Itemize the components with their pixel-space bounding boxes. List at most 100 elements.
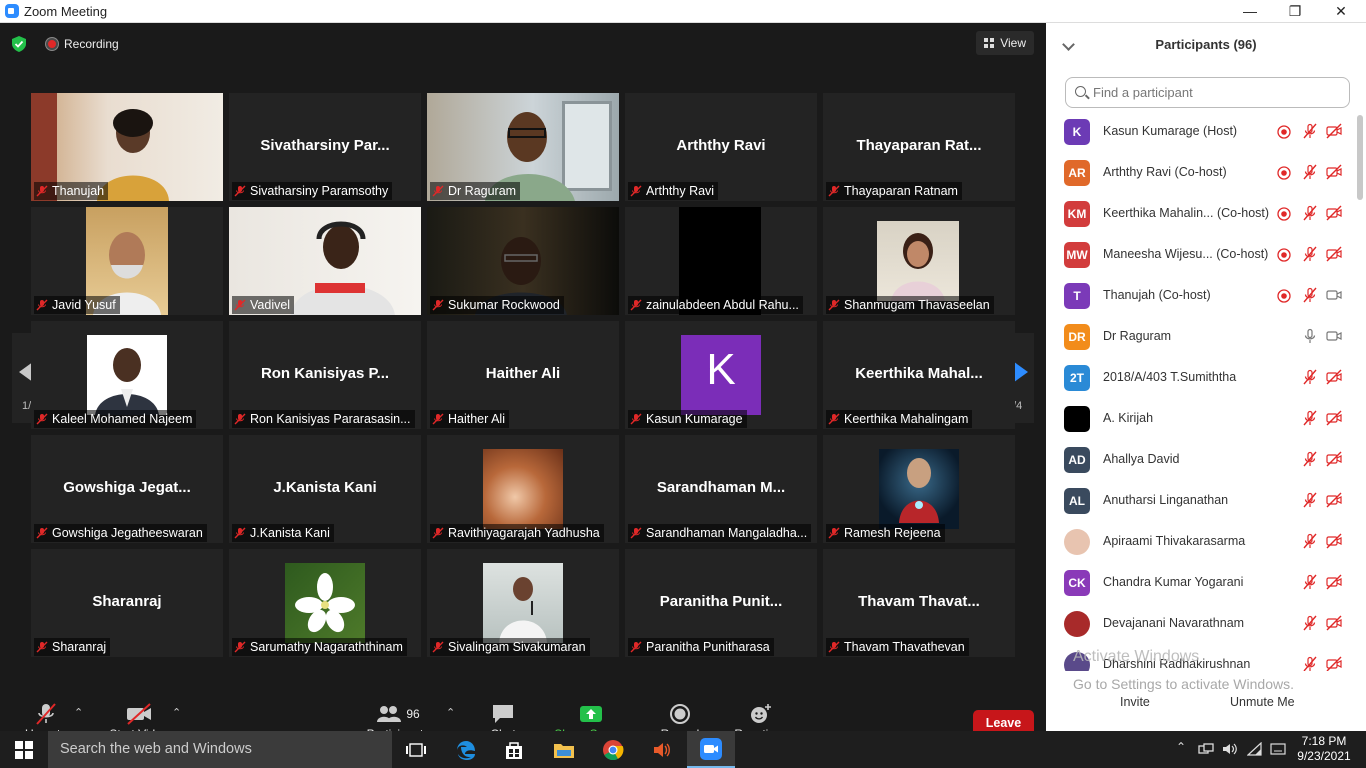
participant-video-tile[interactable]: Dr Raguram — [427, 93, 619, 201]
participant-video-tile[interactable]: Sharanraj Sharanraj — [31, 549, 223, 657]
participant-video-tile[interactable]: Thavam Thavat... Thavam Thavathevan — [823, 549, 1015, 657]
participant-video-tile[interactable]: Ron Kanisiyas P... Ron Kanisiyas Pararasa… — [229, 321, 421, 429]
video-options-caret-icon[interactable]: ⌃ — [172, 706, 181, 719]
participant-video-tile[interactable]: K Kasun Kumarage — [625, 321, 817, 429]
tile-name-text: Sivatharsiny Paramsothy — [250, 184, 389, 198]
zoom-taskbar-button[interactable] — [687, 731, 735, 768]
participant-list-item[interactable]: Apiraami Thivakarasarma — [1046, 521, 1356, 562]
participant-avatar: AR — [1064, 160, 1090, 186]
invite-button[interactable]: Invite — [1120, 695, 1150, 709]
participants-header: Participants (96) — [1155, 37, 1257, 52]
task-view-button[interactable] — [392, 731, 440, 768]
participant-video-tile[interactable]: Sarandhaman M... Sarandhaman Mangaladha..… — [625, 435, 817, 543]
mic-muted-icon — [432, 299, 444, 311]
tile-name-label: Ravithiyagarajah Yadhusha — [430, 524, 604, 542]
participant-list-item[interactable]: Devajanani Navarathnam — [1046, 603, 1356, 644]
speaker-app-icon — [654, 742, 670, 757]
video-off-icon — [1326, 164, 1342, 180]
chrome-taskbar-button[interactable] — [589, 731, 637, 768]
participant-list-item[interactable]: AR Arththy Ravi (Co-host) — [1046, 152, 1356, 193]
mic-muted-icon — [36, 185, 48, 197]
task-view-icon — [406, 742, 426, 757]
tile-name-label: Arththy Ravi — [628, 182, 719, 200]
participant-video-tile[interactable]: Vadivel — [229, 207, 421, 315]
participant-video-tile[interactable]: Thayaparan Rat... Thayaparan Ratnam — [823, 93, 1015, 201]
participant-name: Maneesha Wijesu... (Co-host) — [1103, 247, 1269, 261]
mic-muted-icon — [828, 299, 840, 311]
participant-video-tile[interactable]: Sukumar Rockwood — [427, 207, 619, 315]
video-off-icon — [1326, 492, 1342, 508]
participant-list-item[interactable]: DR Dr Raguram — [1046, 316, 1356, 357]
participant-video-tile[interactable]: Ramesh Rejeena — [823, 435, 1015, 543]
participant-list-item[interactable]: AD Ahallya David — [1046, 439, 1356, 480]
participant-name: Anutharsi Linganathan — [1103, 493, 1229, 507]
mic-muted-icon — [1303, 246, 1317, 262]
minimize-button[interactable]: — — [1227, 0, 1273, 23]
tile-display-name: Paranitha Punit... — [659, 593, 783, 610]
participant-video-tile[interactable]: Gowshiga Jegat... Gowshiga Jegatheeswaran — [31, 435, 223, 543]
participant-video-tile[interactable]: Keerthika Mahal... Keerthika Mahalingam — [823, 321, 1015, 429]
restore-button[interactable]: ❐ — [1272, 0, 1318, 23]
edge-taskbar-button[interactable] — [442, 731, 490, 768]
participant-video-tile[interactable]: Ravithiyagarajah Yadhusha — [427, 435, 619, 543]
volume-icon[interactable] — [1222, 742, 1238, 756]
start-button[interactable] — [0, 731, 48, 768]
tile-name-text: Ravithiyagarajah Yadhusha — [448, 526, 600, 540]
media-taskbar-button[interactable] — [638, 731, 686, 768]
audio-options-caret-icon[interactable]: ⌃ — [74, 706, 83, 719]
keyboard-icon[interactable] — [1270, 742, 1286, 756]
participant-video-tile[interactable]: zainulabdeen Abdul Rahu... — [625, 207, 817, 315]
participant-video-tile[interactable]: Shanmugam Thavaseelan — [823, 207, 1015, 315]
participant-list-item[interactable]: A. Kirijah — [1046, 398, 1356, 439]
window-title: Zoom Meeting — [24, 4, 108, 19]
network-icon[interactable] — [1198, 742, 1214, 756]
mic-muted-icon — [1303, 615, 1317, 631]
participant-list-item[interactable]: 2T 2018/A/403 T.Sumiththa — [1046, 357, 1356, 398]
participant-video-tile[interactable]: Sarumathy Nagaraththinam — [229, 549, 421, 657]
clock-time: 7:18 PM — [1301, 734, 1347, 748]
participant-video-tile[interactable]: Sivalingam Sivakumaran — [427, 549, 619, 657]
video-off-icon — [1326, 574, 1342, 590]
participant-video-tile[interactable]: Haither Ali Haither Ali — [427, 321, 619, 429]
tile-name-label: Sarandhaman Mangaladha... — [628, 524, 812, 542]
participant-video-tile[interactable]: Arththy Ravi Arththy Ravi — [625, 93, 817, 201]
participants-options-caret-icon[interactable]: ⌃ — [446, 706, 455, 719]
shield-icon[interactable] — [12, 36, 26, 52]
participant-video-tile[interactable]: J.Kanista Kani J.Kanista Kani — [229, 435, 421, 543]
mic-muted-icon — [1303, 656, 1317, 671]
recording-indicator[interactable]: Recording — [46, 37, 119, 51]
video-off-icon — [1326, 615, 1342, 631]
taskbar-clock[interactable]: 7:18 PM 9/23/2021 — [1294, 734, 1354, 764]
participant-list-item[interactable]: AL Anutharsi Linganathan — [1046, 480, 1356, 521]
tile-display-name: Sharanraj — [92, 593, 162, 610]
view-button[interactable]: View — [976, 31, 1034, 55]
participant-list-scrollbar[interactable] — [1357, 115, 1363, 200]
store-taskbar-button[interactable] — [490, 731, 538, 768]
participant-video-tile[interactable]: Thanujah — [31, 93, 223, 201]
participant-list-item[interactable]: KM Keerthika Mahalin... (Co-host) — [1046, 193, 1356, 234]
tile-name-label: Haither Ali — [430, 410, 509, 428]
participant-video-tile[interactable]: Kaleel Mohamed Najeem — [31, 321, 223, 429]
participant-name: Devajanani Navarathnam — [1103, 616, 1245, 630]
tray-chevron-up-icon[interactable]: ⌃ — [1176, 740, 1186, 754]
participant-list-item[interactable]: K Kasun Kumarage (Host) — [1046, 111, 1356, 152]
participant-list-item[interactable]: T Thanujah (Co-host) — [1046, 275, 1356, 316]
participant-list-item[interactable]: CK Chandra Kumar Yogarani — [1046, 562, 1356, 603]
wifi-icon[interactable] — [1247, 742, 1263, 756]
unmute-me-button[interactable]: Unmute Me — [1230, 695, 1295, 709]
participant-name: Chandra Kumar Yogarani — [1103, 575, 1244, 589]
file-explorer-taskbar-button[interactable] — [540, 731, 588, 768]
tile-name-text: Arththy Ravi — [646, 184, 715, 198]
close-button[interactable]: ✕ — [1318, 0, 1364, 23]
tile-name-label: Dr Raguram — [430, 182, 521, 200]
participant-video-tile[interactable]: Javid Yusuf — [31, 207, 223, 315]
mic-muted-icon — [36, 641, 48, 653]
zoom-app-icon — [5, 4, 19, 18]
participant-video-tile[interactable]: Paranitha Punit... Paranitha Punitharasa — [625, 549, 817, 657]
mic-muted-icon — [630, 185, 642, 197]
participant-search-input[interactable]: Find a participant — [1065, 77, 1350, 108]
participant-video-tile[interactable]: Sivatharsiny Par... Sivatharsiny Paramsot… — [229, 93, 421, 201]
participant-list-item[interactable]: MW Maneesha Wijesu... (Co-host) — [1046, 234, 1356, 275]
recording-label: Recording — [64, 37, 119, 51]
taskbar-search-input[interactable]: Search the web and Windows — [48, 731, 392, 768]
